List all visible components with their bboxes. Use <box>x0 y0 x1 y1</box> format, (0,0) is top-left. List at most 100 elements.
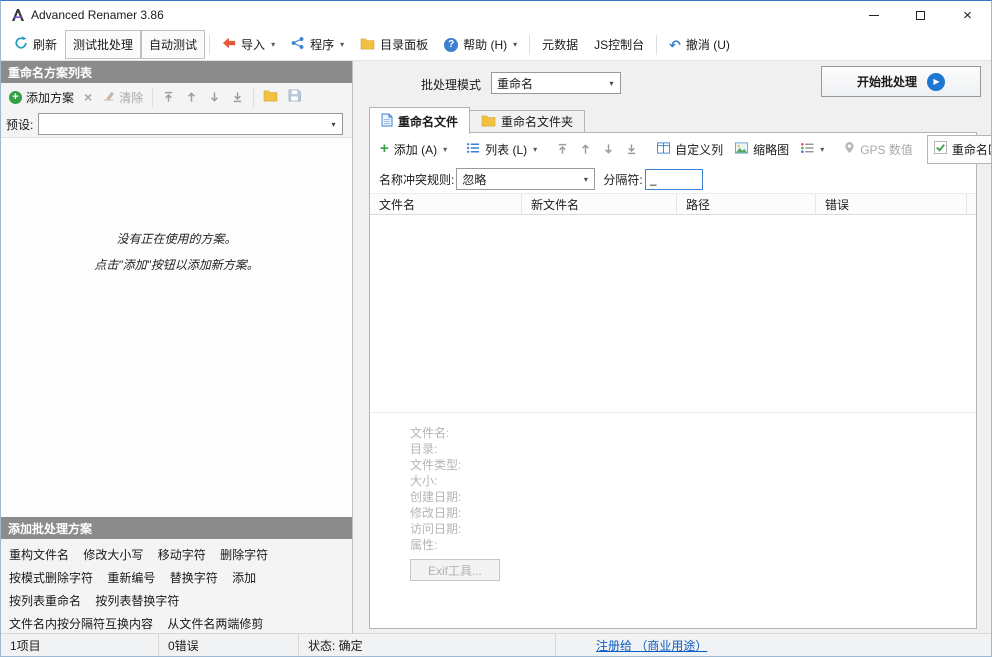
file-info-panel: 文件名: 目录: 文件类型: 大小: 创建日期: 修改日期: 访问日期: 属性: <box>370 413 976 553</box>
custom-columns-label: 自定义列 <box>675 142 724 157</box>
list-menu-label: 列表 (L) <box>485 142 528 157</box>
method-link[interactable]: 重新编号 <box>107 567 155 590</box>
method-list-body: 没有正在使用的方案。 点击"添加"按钮以添加新方案。 <box>1 137 352 517</box>
start-batch-button[interactable]: 开始批处理 ▶ <box>821 66 981 97</box>
add-files-label: 添加 (A) <box>393 142 438 157</box>
app-window: Advanced Renamer 3.86 × 刷新 测试批处理 自动测试 导入… <box>0 0 992 657</box>
toolbar-separator <box>152 87 154 107</box>
save-icon <box>288 89 302 105</box>
columns-icon <box>657 141 671 157</box>
info-label-accessed: 访问日期: <box>410 522 462 536</box>
method-links-area: 重构文件名 修改大小写 移动字符 删除字符 按模式删除字符 重新编号 替换字符 … <box>1 539 352 633</box>
method-link[interactable]: 按列表重命名 <box>9 590 81 613</box>
method-link[interactable]: 重构文件名 <box>9 544 69 567</box>
undo-label: 撤消 (U) <box>685 38 730 52</box>
method-link[interactable]: 移动字符 <box>158 544 206 567</box>
folder-icon <box>360 37 375 53</box>
info-label-directory: 目录: <box>410 442 438 456</box>
custom-columns-button[interactable]: 自定义列 <box>651 136 729 163</box>
batch-mode-select[interactable]: 重命名 ▾ <box>491 72 621 94</box>
minimize-button[interactable] <box>850 1 897 29</box>
add-method-button[interactable]: + 添加方案 <box>4 85 79 110</box>
method-link[interactable]: 添加 <box>232 567 256 590</box>
info-label-filename: 文件名: <box>410 426 450 440</box>
move-file-top-button[interactable] <box>551 138 574 160</box>
file-table-header: 文件名 新文件名 路径 错误 <box>370 193 976 215</box>
method-link[interactable]: 按列表替换字符 <box>95 590 179 613</box>
map-pin-icon <box>844 141 855 157</box>
toolbar-separator <box>656 34 658 55</box>
close-button[interactable]: × <box>944 1 991 29</box>
refresh-label: 刷新 <box>33 38 58 52</box>
exif-tool-button[interactable]: Exif工具... <box>410 559 500 581</box>
maximize-icon <box>916 10 925 20</box>
document-icon <box>381 113 393 130</box>
batch-mode-label: 批处理模式 <box>421 78 482 92</box>
checkbox-icon <box>933 141 947 157</box>
save-methods-button[interactable] <box>283 85 306 109</box>
move-down-button[interactable] <box>203 86 226 108</box>
method-link[interactable]: 按模式删除字符 <box>9 567 93 590</box>
chevron-down-icon: ▾ <box>271 40 276 49</box>
load-methods-button[interactable] <box>258 85 283 109</box>
add-batch-method-header: 添加批处理方案 <box>1 517 352 539</box>
method-link[interactable]: 替换字符 <box>170 567 218 590</box>
column-header-filename[interactable]: 文件名 <box>370 194 522 214</box>
tab-rename-files[interactable]: 重命名文件 <box>369 107 471 134</box>
register-link[interactable]: 注册给 （商业用途） <box>596 637 707 654</box>
conflict-rule-select[interactable]: 忽略 ▾ <box>456 168 596 190</box>
file-tabs: 重命名文件 重命名文件夹 <box>369 106 586 134</box>
window-controls: × <box>850 1 991 29</box>
move-bottom-button[interactable] <box>226 86 249 108</box>
test-batch-button[interactable]: 测试批处理 <box>65 30 142 59</box>
js-console-button[interactable]: JS控制台 <box>586 30 652 59</box>
auto-test-toggle[interactable]: 自动测试 <box>141 30 206 59</box>
status-register-section: 注册给 （商业用途） <box>556 634 991 656</box>
move-file-down-button[interactable] <box>597 138 620 160</box>
toolbar-separator <box>209 34 211 55</box>
plus-icon: + <box>9 90 22 104</box>
gps-values-label: GPS 数值 <box>860 142 913 157</box>
move-top-button[interactable] <box>157 86 180 108</box>
column-header-new-filename[interactable]: 新文件名 <box>522 194 677 214</box>
move-file-bottom-button[interactable] <box>620 138 643 160</box>
separator-input[interactable] <box>644 168 703 190</box>
tab-rename-folders[interactable]: 重命名文件夹 <box>470 110 586 133</box>
column-header-path[interactable]: 路径 <box>677 194 816 214</box>
folder-icon <box>263 89 278 105</box>
move-file-up-button[interactable] <box>574 138 597 160</box>
file-list-panel: 批处理模式 重命名 ▾ 开始批处理 ▶ 重命名文件 重命名文件夹 + 添加 (A <box>353 61 991 633</box>
import-icon <box>222 36 236 53</box>
maximize-button[interactable] <box>897 1 944 29</box>
clear-methods-button[interactable]: 清除 <box>97 85 148 110</box>
gps-values-button[interactable]: GPS 数值 <box>838 136 919 163</box>
preset-label: 预设: <box>6 117 34 132</box>
status-error-count: 0错误 <box>159 634 299 656</box>
directory-panel-button[interactable]: 目录面板 <box>352 30 436 59</box>
help-button[interactable]: ? 帮助 (H) ▾ <box>436 30 525 59</box>
thumbnails-button[interactable]: 缩略图 <box>729 136 795 163</box>
metadata-label: 元数据 <box>542 38 579 52</box>
programs-icon <box>291 36 305 53</box>
metadata-button[interactable]: 元数据 <box>534 30 586 59</box>
column-header-error[interactable]: 错误 <box>816 194 967 214</box>
plus-icon: + <box>380 140 389 157</box>
view-options-button[interactable]: ▾ <box>795 137 830 162</box>
rename-match-toggle[interactable]: 重命名匹配 <box>926 134 991 164</box>
refresh-button[interactable]: 刷新 <box>6 30 65 59</box>
folder-icon <box>481 114 496 130</box>
list-menu-button[interactable]: 列表 (L) ▾ <box>461 136 543 163</box>
app-icon <box>10 7 26 23</box>
delete-method-button[interactable]: × <box>79 88 97 106</box>
preset-select[interactable]: ▾ <box>38 113 343 135</box>
close-icon: × <box>963 6 972 24</box>
move-up-button[interactable] <box>180 86 203 108</box>
programs-button[interactable]: 程序 ▾ <box>283 30 352 59</box>
undo-button[interactable]: ↶ 撤消 (U) <box>661 30 738 59</box>
import-button[interactable]: 导入 ▾ <box>214 30 283 59</box>
chevron-down-icon: ▾ <box>609 78 614 88</box>
method-list-panel: 重命名方案列表 + 添加方案 × 清除 预设: ▾ 没有正在使用的方案。 点击"… <box>1 61 353 633</box>
method-link[interactable]: 删除字符 <box>220 544 268 567</box>
method-link[interactable]: 修改大小写 <box>83 544 143 567</box>
add-files-button[interactable]: + 添加 (A) ▾ <box>374 136 453 163</box>
